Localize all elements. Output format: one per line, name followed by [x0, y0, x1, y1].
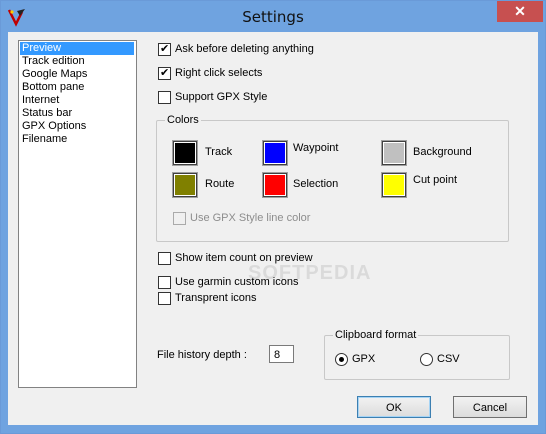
sidebar-item-track-edition[interactable]: Track edition	[20, 55, 134, 68]
sidebar-item-filename[interactable]: Filename	[20, 133, 134, 146]
track-color-label: Track	[205, 146, 233, 158]
colors-group-title: Colors	[165, 113, 201, 127]
settings-window: Settings ✕ Preview Track edition Google …	[0, 0, 546, 434]
radio-dot[interactable]	[335, 353, 348, 366]
checkbox-box[interactable]	[158, 292, 171, 305]
window-title: Settings	[242, 8, 304, 26]
checkbox-label: Transprent icons	[175, 292, 257, 304]
dialog-body: Preview Track edition Google Maps Bottom…	[8, 32, 538, 425]
radio-label: GPX	[352, 353, 376, 365]
sidebar-item-gpx-options[interactable]: GPX Options	[20, 120, 134, 133]
waypoint-color-label: Waypoint	[293, 142, 339, 154]
radio-dot[interactable]	[420, 353, 433, 366]
sidebar-item-bottom-pane[interactable]: Bottom pane	[20, 81, 134, 94]
checkbox-box[interactable]	[158, 252, 171, 265]
sidebar-item-google-maps[interactable]: Google Maps	[20, 68, 134, 81]
cancel-button[interactable]: Cancel	[453, 396, 527, 418]
colors-group: Colors Track Waypoint Background Route S…	[156, 113, 509, 242]
sidebar-item-status-bar[interactable]: Status bar	[20, 107, 134, 120]
checkbox-label: Right click selects	[175, 67, 263, 79]
cut-point-color-swatch[interactable]	[381, 172, 407, 198]
background-color-swatch[interactable]	[381, 140, 407, 166]
file-history-depth-label: File history depth :	[157, 349, 247, 361]
route-color-swatch[interactable]	[172, 172, 198, 198]
settings-category-list[interactable]: Preview Track edition Google Maps Bottom…	[18, 40, 137, 388]
checkbox-box[interactable]	[158, 91, 171, 104]
clipboard-format-title: Clipboard format	[333, 328, 419, 342]
sidebar-item-preview[interactable]: Preview	[20, 42, 134, 55]
watermark: SOFTPEDIA	[248, 262, 372, 284]
background-color-label: Background	[413, 146, 472, 158]
route-color-label: Route	[205, 178, 235, 190]
close-icon[interactable]: ✕	[497, 1, 543, 22]
checkbox-box[interactable]	[173, 212, 186, 225]
checkbox-label: Use GPX Style line color	[190, 212, 311, 224]
waypoint-color-swatch[interactable]	[262, 140, 288, 166]
ok-button[interactable]: OK	[357, 396, 431, 418]
track-color-swatch[interactable]	[172, 140, 198, 166]
radio-label: CSV	[437, 353, 460, 365]
clipboard-format-group: Clipboard format GPX CSV	[324, 328, 510, 380]
selection-color-label: Selection	[293, 178, 339, 190]
cut-point-color-label: Cut point	[413, 174, 458, 186]
file-history-depth-input[interactable]: 8	[269, 345, 294, 363]
checkbox-label: Support GPX Style	[175, 91, 268, 103]
checkbox-box[interactable]	[158, 42, 171, 56]
checkbox-box[interactable]	[158, 66, 171, 80]
sidebar-item-internet[interactable]: Internet	[20, 94, 134, 107]
checkbox-box[interactable]	[158, 276, 171, 289]
title-bar[interactable]: Settings ✕	[1, 1, 545, 33]
checkbox-label: Ask before deleting anything	[175, 43, 314, 55]
selection-color-swatch[interactable]	[262, 172, 288, 198]
